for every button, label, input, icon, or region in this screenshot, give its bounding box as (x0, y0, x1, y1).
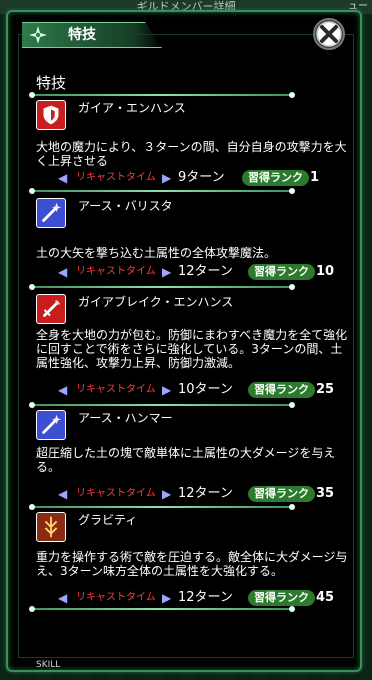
skill-name: グラビティ (78, 513, 138, 527)
arrow-left-icon: ◀ (58, 591, 68, 605)
wand-icon (36, 198, 66, 228)
skill-name: ガイア・エンハンス (78, 101, 186, 115)
recast-turns: 12ターン (178, 264, 233, 279)
arrow-left-icon: ◀ (58, 487, 68, 501)
gravity-icon (36, 512, 66, 542)
recast-label: リキャストタイム (76, 384, 156, 395)
skill-description: 全身を大地の力が包む。防御にまわすべき魔力を全て強化に回すことで術をさらに強化し… (36, 328, 348, 370)
arrow-right-icon: ▶ (162, 171, 172, 185)
recast-turns: 9ターン (178, 170, 225, 185)
recast-label: リキャストタイム (76, 266, 156, 277)
sword-icon (36, 294, 66, 324)
divider (29, 606, 295, 612)
skill-name: アース・バリスタ (78, 199, 173, 213)
rank-value: 25 (316, 382, 335, 397)
arrow-left-icon: ◀ (58, 383, 68, 397)
divider (29, 504, 295, 510)
section-label: 特技 (36, 74, 67, 92)
skill-meta: ◀ リキャストタイム ▶ 9ターン 習得ランク 1 (36, 168, 336, 188)
skill-meta: ◀ リキャストタイム ▶ 12ターン 習得ランク 35 (36, 484, 336, 504)
skill-description: 土の大矢を撃ち込む土属性の全体攻撃魔法。 (36, 246, 277, 260)
compass-icon (29, 26, 47, 44)
rank-badge: 習得ランク (242, 170, 309, 186)
recast-turns: 10ターン (178, 382, 233, 397)
recast-label: リキャストタイム (76, 592, 156, 603)
close-button[interactable] (313, 18, 345, 50)
skill-meta: ◀ リキャストタイム ▶ 12ターン 習得ランク 10 (36, 262, 336, 282)
arrow-right-icon: ▶ (162, 383, 172, 397)
skill-name: ガイアブレイク・エンハンス (78, 295, 234, 309)
divider (29, 92, 295, 98)
arrow-right-icon: ▶ (162, 265, 172, 279)
skill-meta: ◀ リキャストタイム ▶ 10ターン 習得ランク 25 (36, 380, 336, 400)
recast-label: リキャストタイム (76, 488, 156, 499)
close-icon (320, 25, 338, 43)
rank-value: 45 (316, 590, 335, 605)
divider (29, 284, 295, 290)
skill-meta: ◀ リキャストタイム ▶ 12ターン 習得ランク 45 (36, 588, 336, 608)
skill-panel: 特技 特技 ガイア・エンハンス 大地の魔力により、３ターンの間、自分自身の攻撃力… (6, 10, 362, 672)
rank-badge: 習得ランク (248, 264, 315, 280)
rank-value: 10 (316, 264, 335, 279)
footer-label: SKILL (36, 660, 61, 670)
skill-name: アース・ハンマー (78, 411, 173, 425)
recast-turns: 12ターン (178, 486, 233, 501)
rank-badge: 習得ランク (248, 382, 315, 398)
divider (29, 188, 295, 194)
panel-title: 特技 (68, 27, 96, 43)
recast-turns: 12ターン (178, 590, 233, 605)
rank-badge: 習得ランク (248, 486, 315, 502)
recast-label: リキャストタイム (76, 172, 156, 183)
arrow-left-icon: ◀ (58, 265, 68, 279)
skill-description: 大地の魔力により、３ターンの間、自分自身の攻撃力を大く上昇させる (36, 140, 347, 168)
arrow-right-icon: ▶ (162, 487, 172, 501)
arrow-right-icon: ▶ (162, 591, 172, 605)
divider (29, 402, 295, 408)
skill-description: 超圧縮した土の塊で敵単体に土属性の大ダメージを与える。 (36, 446, 336, 474)
arrow-left-icon: ◀ (58, 171, 68, 185)
skill-description: 重力を操作する術で敵を圧迫する。敵全体に大ダメージ与え、3ターン味方全体の土属性… (36, 550, 348, 578)
wand-icon (36, 410, 66, 440)
rank-badge: 習得ランク (248, 590, 315, 606)
shield-icon (36, 100, 66, 130)
rank-value: 1 (310, 170, 320, 185)
rank-value: 35 (316, 486, 335, 501)
